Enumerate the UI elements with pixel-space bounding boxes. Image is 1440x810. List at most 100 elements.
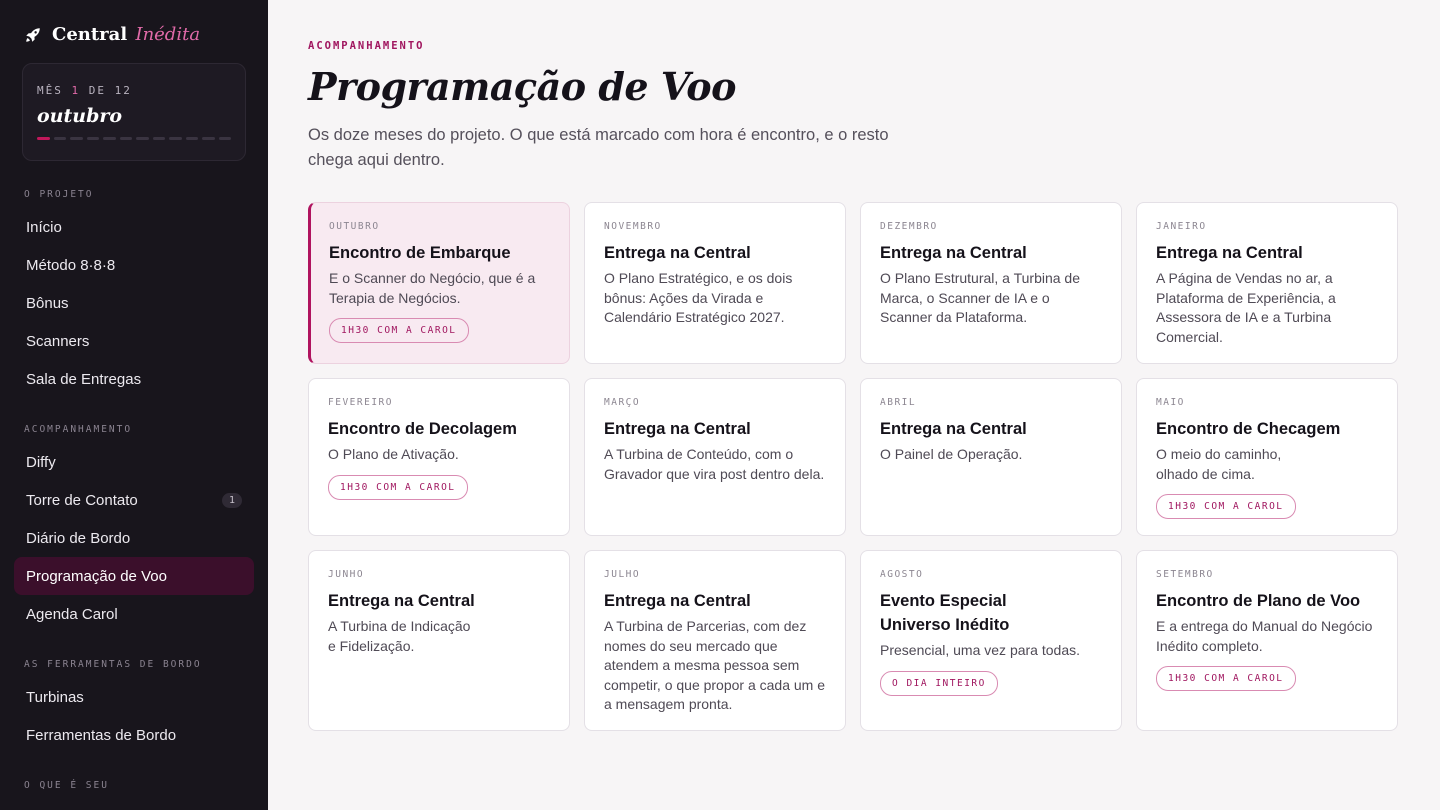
card-month: AGOSTO [880, 569, 924, 580]
card-description: O Plano de Ativação. [328, 446, 459, 462]
session-pill: 1H30 COM A CAROL [1156, 666, 1296, 691]
progress-segment [202, 137, 215, 140]
card-title: Entrega na Central [880, 244, 1027, 262]
progress-segment [152, 137, 165, 140]
sidebar-item-label: Programação de Voo [26, 567, 167, 585]
sidebar-item-agenda-carol[interactable]: Agenda Carol [14, 595, 254, 633]
sidebar-item-label: Método 8·8·8 [26, 256, 116, 274]
session-pill: 1H30 COM A CAROL [328, 474, 468, 500]
month-card[interactable]: DEZEMBRO Entrega na Central O Plano Estrut… [860, 202, 1122, 364]
card-title: Entrega na Central [604, 420, 751, 438]
page-title: Programação de Voo [308, 64, 736, 109]
sidebar-item-ferramentas-de-bordo[interactable]: Ferramentas de Bordo [14, 716, 254, 754]
card-month: SETEMBRO [1156, 569, 1214, 580]
card-title: Encontro de Plano de Voo [1156, 592, 1361, 610]
schedule-grid: OUTUBRO Encontro de Embarque E o Scanner d… [308, 202, 1400, 731]
sidebar-item-diario-de-bordo[interactable]: Diário de Bordo [14, 519, 254, 557]
sidebar-item-a-sua-bagagem[interactable]: A sua Bagagem0 [14, 799, 254, 810]
progress-segment [103, 137, 116, 140]
month-card[interactable]: JANEIRO Entrega na Central A Página de Ven… [1136, 202, 1398, 364]
card-description: O Plano Estrutural, a Turbina de Marca, … [880, 270, 1080, 325]
card-title: Encontro de Embarque [329, 244, 511, 262]
card-description: O Painel de Operação. [880, 446, 1023, 462]
progress-segment [86, 137, 99, 140]
card-description: A Turbina de Parcerias, com dez nomes do… [604, 618, 826, 712]
card-description: E o Scanner do Negócio, que é a Terapia … [329, 270, 536, 306]
sidebar-item-label: Ferramentas de Bordo [26, 726, 177, 744]
card-month: MARÇO [604, 397, 641, 408]
month-card[interactable]: MARÇO Entrega na Central A Turbina de Cont… [584, 378, 846, 536]
card-month: FEVEREIRO [328, 397, 393, 408]
month-counter: MÊS 1 DE 12 [37, 84, 132, 97]
card-description: A Página de Vendas no ar, a Plataforma d… [1156, 270, 1336, 345]
card-month: MAIO [1156, 397, 1185, 408]
month-card[interactable]: JUNHO Entrega na Central A Turbina de Indi… [308, 550, 570, 731]
month-progress [37, 137, 231, 140]
sidebar: Central Inédita MÊS 1 DE 12 outubro O PR… [0, 0, 268, 810]
progress-segment [136, 137, 149, 140]
card-description: E a entrega do Manual do Negócio Inédito… [1156, 618, 1373, 654]
card-month: JUNHO [328, 569, 365, 580]
rocket-icon [24, 26, 42, 44]
nav-section-label: ACOMPANHAMENTO [24, 424, 133, 435]
session-pill: O DIA INTEIRO [880, 670, 998, 696]
sidebar-item-programacao-de-voo[interactable]: Programação de Voo [14, 557, 254, 595]
progress-segment [53, 137, 66, 140]
month-card[interactable]: ABRIL Entrega na Central O Painel de Opera… [860, 378, 1122, 536]
session-pill: 1H30 COM A CAROL [329, 318, 469, 343]
month-card[interactable]: FEVEREIRO Encontro de Decolagem O Plano de… [308, 378, 570, 536]
current-month-name: outubro [37, 105, 123, 127]
progress-segment [169, 137, 182, 140]
sidebar-item-label: Diffy [26, 453, 56, 471]
sidebar-item-metodo-8-8-8[interactable]: Método 8·8·8 [14, 246, 254, 284]
sidebar-item-label: Scanners [26, 332, 90, 350]
progress-segment [218, 137, 231, 140]
card-description: A Turbina de Indicação e Fidelização. [328, 618, 471, 654]
month-card[interactable]: AGOSTO Evento Especial Universo Inédito Pr… [860, 550, 1122, 731]
card-month: DEZEMBRO [880, 221, 938, 232]
progress-segment [70, 137, 83, 140]
sidebar-item-label: Bônus [26, 294, 69, 312]
card-title: Entrega na Central [604, 244, 751, 262]
card-title: Entrega na Central [604, 592, 751, 610]
nav-section-label: AS FERRAMENTAS DE BORDO [24, 659, 202, 670]
card-month: ABRIL [880, 397, 917, 408]
sidebar-item-label: Sala de Entregas [26, 370, 142, 388]
card-description: Presencial, uma vez para todas. [880, 642, 1080, 658]
sidebar-nav: O PROJETO Início Método 8·8·8 Bônus Scanners… [14, 189, 254, 810]
card-description: A Turbina de Conteúdo, com o Gravador qu… [604, 446, 825, 482]
card-title: Entrega na Central [328, 592, 475, 610]
card-month: OUTUBRO [329, 221, 380, 232]
main-content: ACOMPANHAMENTO Programação de Voo Os doz… [268, 0, 1440, 810]
card-title: Encontro de Decolagem [328, 420, 517, 438]
progress-segment [185, 137, 198, 140]
sidebar-item-inicio[interactable]: Início [14, 208, 254, 246]
card-title: Encontro de Checagem [1156, 420, 1341, 438]
sidebar-item-label: Agenda Carol [26, 605, 118, 623]
sidebar-item-torre-de-contato[interactable]: Torre de Contato 1 [14, 481, 254, 519]
brand-name: Central Inédita [52, 24, 201, 45]
current-month-card: MÊS 1 DE 12 outubro [22, 63, 246, 161]
month-card[interactable]: MAIO Encontro de Checagem O meio do caminh… [1136, 378, 1398, 536]
page-eyebrow: ACOMPANHAMENTO [308, 40, 425, 52]
month-card[interactable]: SETEMBRO Encontro de Plano de Voo E a entr… [1136, 550, 1398, 731]
sidebar-item-bonus[interactable]: Bônus [14, 284, 254, 322]
card-month: JULHO [604, 569, 641, 580]
brand[interactable]: Central Inédita [14, 20, 254, 46]
progress-segment [119, 137, 132, 140]
month-card[interactable]: NOVEMBRO Entrega na Central O Plano Estrat… [584, 202, 846, 364]
sidebar-item-label: Diário de Bordo [26, 529, 131, 547]
month-card[interactable]: OUTUBRO Encontro de Embarque E o Scanner d… [308, 202, 570, 364]
sidebar-item-turbinas[interactable]: Turbinas [14, 678, 254, 716]
card-title: Entrega na Central [1156, 244, 1303, 262]
sidebar-item-sala-de-entregas[interactable]: Sala de Entregas [14, 360, 254, 398]
month-card[interactable]: JULHO Entrega na Central A Turbina de Parc… [584, 550, 846, 731]
sidebar-item-diffy[interactable]: Diffy [14, 443, 254, 481]
nav-section-label: O PROJETO [24, 189, 94, 200]
card-month: JANEIRO [1156, 221, 1207, 232]
progress-segment [37, 137, 50, 140]
card-title: Evento Especial Universo Inédito [880, 592, 1010, 634]
page-subtitle: Os doze meses do projeto. O que está mar… [308, 126, 889, 169]
sidebar-item-scanners[interactable]: Scanners [14, 322, 254, 360]
sidebar-item-label: Início [26, 218, 62, 236]
